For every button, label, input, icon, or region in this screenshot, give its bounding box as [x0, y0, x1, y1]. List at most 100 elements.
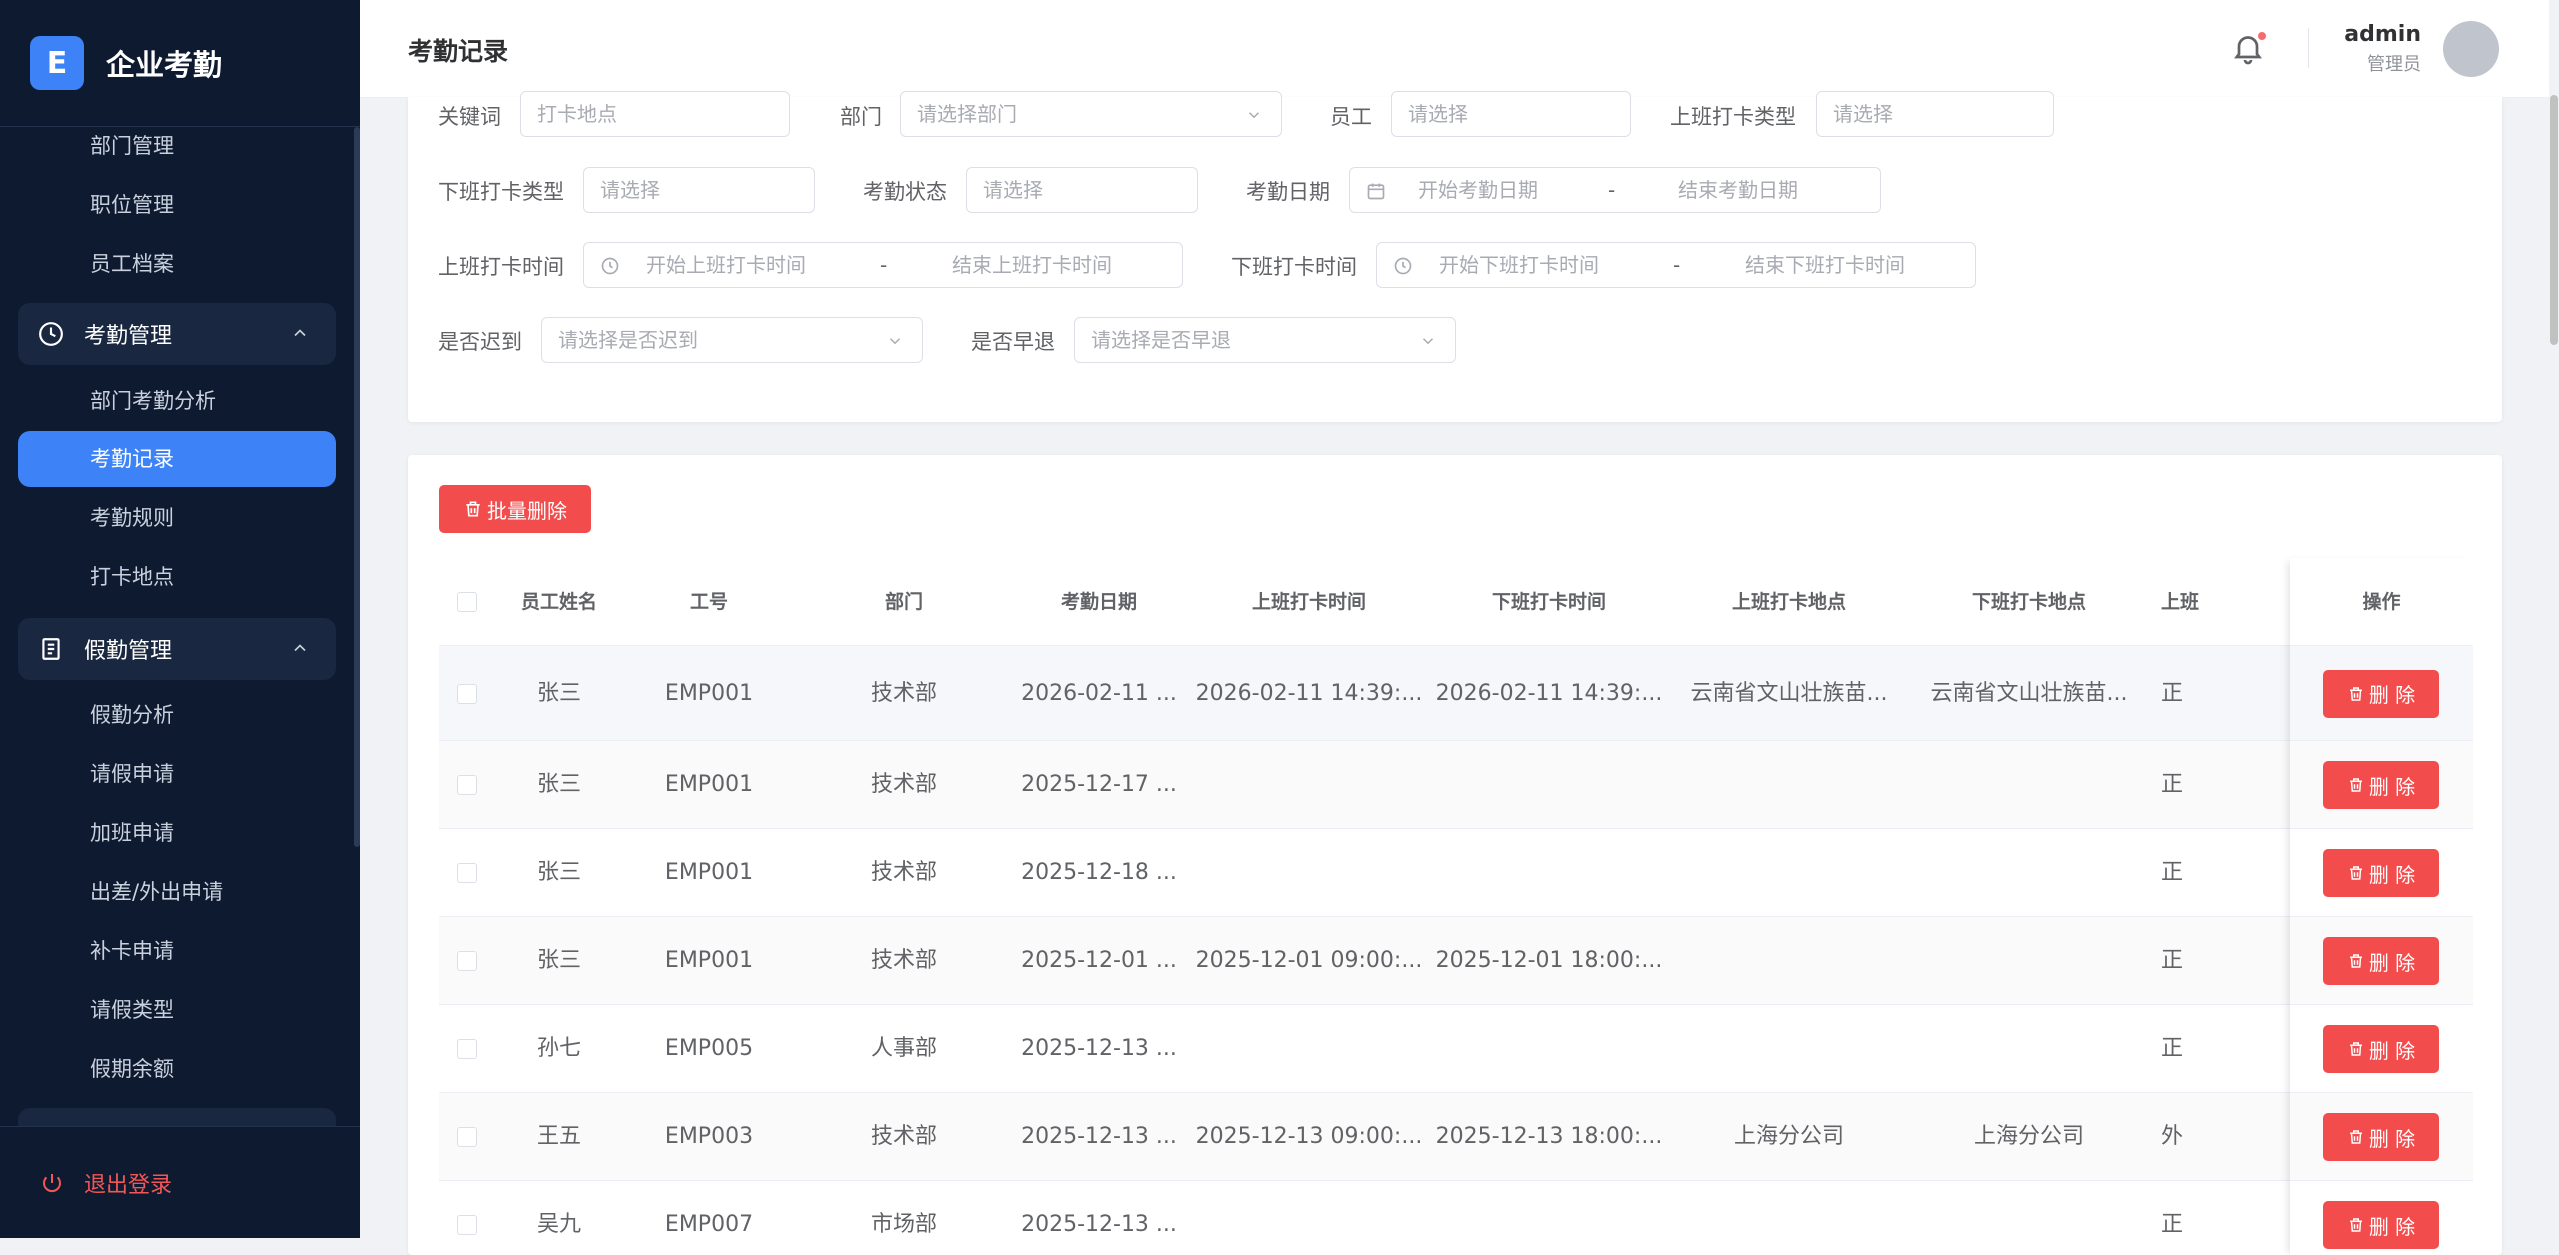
cell-checkin-time	[1189, 1181, 1429, 1255]
sidebar-item-leave-types[interactable]: 请假类型	[90, 982, 174, 1038]
cell-department: 技术部	[870, 948, 937, 973]
checkin-type-select[interactable]: 请选择	[1816, 91, 2054, 137]
sidebar-scrollbar[interactable]	[354, 127, 360, 847]
select-all-checkbox[interactable]	[457, 592, 477, 612]
operation-cell: 删 除	[2290, 741, 2473, 829]
sidebar-item-leave-analysis[interactable]: 假勤分析	[90, 687, 174, 743]
power-icon	[43, 1173, 61, 1192]
logout-label: 退出登录	[84, 1172, 173, 1198]
sidebar-item-trip-request[interactable]: 出差/外出申请	[90, 864, 223, 920]
checkin-type-label: 上班打卡类型	[1670, 105, 1796, 129]
checkin-time-range[interactable]: 开始上班打卡时间 - 结束上班打卡时间	[583, 242, 1183, 288]
delete-button[interactable]: 删 除	[2323, 761, 2439, 809]
cell-checkin-location	[1669, 917, 1909, 1005]
late-placeholder: 请选择是否迟到	[558, 328, 698, 352]
early-select[interactable]: 请选择是否早退	[1074, 317, 1456, 363]
operation-cell: 删 除	[2290, 1181, 2473, 1255]
cell-checkout-location: 云南省文山壮族苗...	[1930, 681, 2128, 706]
brand: E 企业考勤	[0, 0, 360, 127]
col-employee-name[interactable]: 员工姓名	[499, 558, 619, 646]
row-checkbox[interactable]	[457, 1215, 477, 1235]
status-select[interactable]: 请选择	[966, 167, 1198, 213]
cell-employee-name: 吴九	[536, 1212, 581, 1237]
page-scrollbar-thumb[interactable]	[2550, 95, 2558, 345]
user-name[interactable]: admin	[2344, 22, 2421, 47]
delete-label: 删 除	[2368, 1126, 2416, 1151]
cell-checkin-time	[1189, 741, 1429, 829]
sidebar-item-dept-mgmt[interactable]: 部门管理	[90, 118, 174, 174]
sidebar-group-attendance[interactable]: 考勤管理	[18, 303, 336, 365]
delete-button[interactable]: 删 除	[2323, 1201, 2439, 1249]
col-department[interactable]: 部门	[799, 558, 1009, 646]
date-label: 考勤日期	[1246, 180, 1330, 204]
delete-button[interactable]: 删 除	[2323, 669, 2439, 718]
table-row[interactable]: 张三 EMP001 技术部 2025-12-17 ... 正	[439, 741, 2473, 829]
calendar-icon	[1367, 183, 1385, 200]
delete-button[interactable]: 删 除	[2323, 1113, 2439, 1161]
sidebar-item-employee-files[interactable]: 员工档案	[90, 236, 174, 292]
sidebar-item-leave-balance[interactable]: 假期余额	[90, 1041, 174, 1097]
sidebar-item-checkin-locations[interactable]: 打卡地点	[90, 549, 174, 605]
checkout-time-range[interactable]: 开始下班打卡时间 - 结束下班打卡时间	[1376, 242, 1976, 288]
date-range-picker[interactable]: 开始考勤日期 - 结束考勤日期	[1349, 167, 1881, 213]
row-checkbox[interactable]	[457, 1039, 477, 1059]
cell-checkin-time: 2025-12-01 09:00:...	[1195, 948, 1423, 973]
sidebar-item-position-mgmt[interactable]: 职位管理	[90, 177, 174, 233]
sidebar-group-leave[interactable]: 假勤管理	[18, 618, 336, 680]
cell-employee-name: 王五	[536, 1124, 581, 1149]
late-select[interactable]: 请选择是否迟到	[541, 317, 923, 363]
col-checkout-time[interactable]: 下班打卡时间	[1429, 558, 1669, 646]
sidebar-item-dept-analysis[interactable]: 部门考勤分析	[90, 373, 216, 429]
col-checkin-status[interactable]: 上班	[2161, 558, 2241, 646]
col-employee-id[interactable]: 工号	[619, 558, 799, 646]
row-checkbox[interactable]	[457, 775, 477, 795]
sidebar-item-leave-request[interactable]: 请假申请	[90, 746, 174, 802]
cell-checkin-status: 正	[2161, 1036, 2184, 1061]
early-placeholder: 请选择是否早退	[1091, 328, 1231, 352]
cell-checkin-location	[1669, 1005, 1909, 1093]
operation-cell: 删 除	[2290, 646, 2473, 741]
sidebar-item-attendance-records[interactable]: 考勤记录	[18, 431, 336, 487]
cell-checkin-status: 正	[2161, 772, 2184, 797]
page-scrollbar[interactable]	[2549, 0, 2559, 1238]
sidebar-item-makeup-checkin[interactable]: 补卡申请	[90, 923, 174, 979]
delete-button[interactable]: 删 除	[2323, 1025, 2439, 1073]
cell-employee-name: 孙七	[536, 1036, 581, 1061]
cell-checkin-location	[1669, 741, 1909, 829]
sidebar-item-attendance-rules[interactable]: 考勤规则	[90, 490, 174, 546]
cell-checkin-status: 正	[2161, 860, 2184, 885]
table-row[interactable]: 吴九 EMP007 市场部 2025-12-13 ... 正	[439, 1181, 2473, 1255]
trash-icon	[2349, 1130, 2362, 1144]
sidebar-item-overtime-request[interactable]: 加班申请	[90, 805, 174, 861]
col-attendance-date[interactable]: 考勤日期	[1009, 558, 1189, 646]
table-row[interactable]: 张三 EMP001 技术部 2025-12-18 ... 正	[439, 829, 2473, 917]
checkout-type-select[interactable]: 请选择	[583, 167, 815, 213]
document-icon	[42, 638, 60, 660]
table-row[interactable]: 孙七 EMP005 人事部 2025-12-13 ... 正	[439, 1005, 2473, 1093]
table-row[interactable]: 张三 EMP001 技术部 2026-02-11 ... 2026-02-11 14:3…	[439, 646, 2473, 741]
row-checkbox[interactable]	[457, 1127, 477, 1147]
cell-checkin-time: 2025-12-13 09:00:...	[1195, 1124, 1423, 1149]
chevron-down-icon	[1248, 112, 1260, 119]
operation-column: 操作 删 除删 除删 除删 除删 除删 除删 除	[2290, 558, 2473, 1255]
department-select[interactable]: 请选择部门	[900, 91, 1282, 137]
employee-select[interactable]: 请选择	[1391, 91, 1631, 137]
delete-button[interactable]: 删 除	[2323, 849, 2439, 897]
avatar[interactable]	[2443, 21, 2499, 77]
cell-checkout-time: 2025-12-13 18:00:...	[1435, 1124, 1663, 1149]
col-checkin-location[interactable]: 上班打卡地点	[1669, 558, 1909, 646]
keyword-input[interactable]: 打卡地点	[520, 91, 790, 137]
row-checkbox[interactable]	[457, 863, 477, 883]
col-checkout-location[interactable]: 下班打卡地点	[1909, 558, 2149, 646]
col-checkin-time[interactable]: 上班打卡时间	[1189, 558, 1429, 646]
row-checkbox[interactable]	[457, 683, 477, 704]
logout-button[interactable]: 退出登录	[0, 1126, 360, 1238]
delete-button[interactable]: 删 除	[2323, 937, 2439, 985]
late-label: 是否迟到	[438, 330, 522, 354]
row-checkbox[interactable]	[457, 951, 477, 971]
checkout-time-start: 开始下班打卡时间	[1439, 253, 1599, 277]
batch-delete-button[interactable]: 批量删除	[439, 485, 591, 533]
table-row[interactable]: 王五 EMP003 技术部 2025-12-13 ... 2025-12-13 09:0…	[439, 1093, 2473, 1181]
table-row[interactable]: 张三 EMP001 技术部 2025-12-01 ... 2025-12-01 09:0…	[439, 917, 2473, 1005]
chevron-up-icon	[294, 644, 306, 652]
